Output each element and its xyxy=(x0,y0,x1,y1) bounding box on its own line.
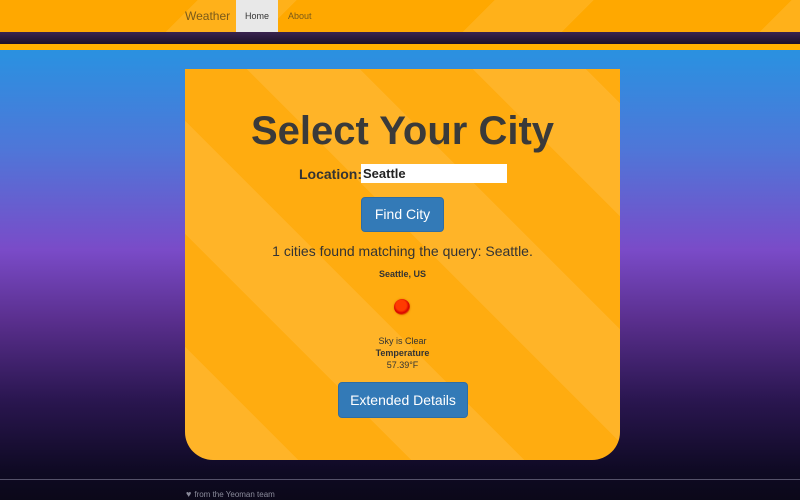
temperature-label: Temperature xyxy=(375,348,430,358)
location-label: Location: xyxy=(299,166,362,182)
weather-description: Sky is Clear xyxy=(378,336,427,346)
footer-text: from the Yeoman team xyxy=(194,490,275,499)
tab-about[interactable]: About xyxy=(278,0,322,32)
find-city-button[interactable]: Find City xyxy=(361,197,444,232)
heart-icon: ♥ xyxy=(186,489,192,499)
header-divider xyxy=(0,32,800,44)
city-card: Select Your City Location: Find City 1 c… xyxy=(185,69,620,460)
clear-sky-sun-icon xyxy=(394,299,410,315)
page-title: Select Your City xyxy=(250,109,555,153)
brand-link[interactable]: Weather xyxy=(185,0,230,32)
result-message: 1 cities found matching the query: Seatt… xyxy=(272,243,533,259)
city-name: Seattle, US xyxy=(378,269,427,279)
tab-home[interactable]: Home xyxy=(236,0,278,32)
temperature-value: 57.39°F xyxy=(386,360,419,370)
extended-details-button[interactable]: Extended Details xyxy=(338,382,468,418)
navbar: Weather Home About xyxy=(0,0,800,32)
footer: ♥ from the Yeoman team xyxy=(186,489,275,499)
header-accent-stripe xyxy=(0,44,800,50)
footer-divider xyxy=(0,479,800,480)
location-input[interactable] xyxy=(361,164,507,183)
